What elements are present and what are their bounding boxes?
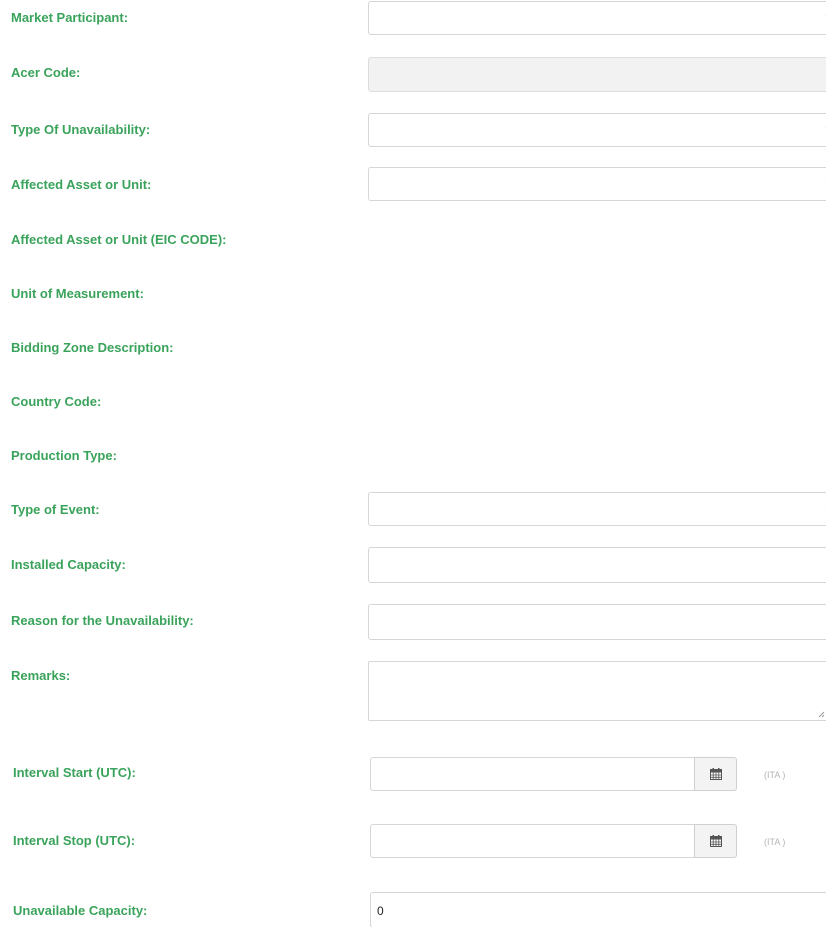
bidding-zone-label: Bidding Zone Description: — [11, 340, 174, 355]
unavailability-form: Market Participant: Acer Code: Type Of U… — [0, 0, 826, 927]
interval-stop-timezone: (ITA ) — [764, 837, 786, 847]
calendar-icon — [710, 768, 722, 780]
type-of-event-select[interactable] — [368, 492, 826, 526]
interval-stop-input[interactable] — [370, 824, 695, 858]
interval-stop-label: Interval Stop (UTC): — [13, 833, 136, 848]
market-participant-select[interactable] — [368, 1, 826, 35]
unit-of-measurement-label: Unit of Measurement: — [11, 286, 144, 301]
affected-asset-select[interactable] — [368, 167, 826, 201]
type-of-unavailability-label: Type Of Unavailability: — [11, 122, 151, 137]
resize-grip-icon[interactable] — [817, 710, 825, 718]
remarks-label: Remarks: — [11, 668, 71, 683]
interval-stop-calendar-button[interactable] — [694, 824, 737, 858]
affected-asset-label: Affected Asset or Unit: — [11, 177, 152, 192]
acer-code-field — [368, 57, 826, 92]
remarks-textarea[interactable] — [368, 661, 826, 721]
reason-input[interactable] — [368, 604, 826, 640]
interval-start-label: Interval Start (UTC): — [13, 765, 136, 780]
type-of-unavailability-select[interactable] — [368, 113, 826, 147]
installed-capacity-label: Installed Capacity: — [11, 557, 126, 572]
calendar-icon — [710, 835, 722, 847]
affected-asset-eic-label: Affected Asset or Unit (EIC CODE): — [11, 232, 227, 247]
interval-start-input[interactable] — [370, 757, 695, 791]
unavailable-capacity-input[interactable]: 0 — [370, 892, 826, 927]
reason-label: Reason for the Unavailability: — [11, 613, 194, 628]
unavailable-capacity-value: 0 — [377, 904, 384, 918]
interval-start-timezone: (ITA ) — [764, 770, 786, 780]
type-of-event-label: Type of Event: — [11, 502, 100, 517]
interval-start-calendar-button[interactable] — [694, 757, 737, 791]
acer-code-label: Acer Code: — [11, 65, 81, 80]
market-participant-label: Market Participant: — [11, 10, 129, 25]
unavailable-capacity-label: Unavailable Capacity: — [13, 903, 148, 918]
country-code-label: Country Code: — [11, 394, 102, 409]
production-type-label: Production Type: — [11, 448, 117, 463]
installed-capacity-input[interactable] — [368, 547, 826, 583]
